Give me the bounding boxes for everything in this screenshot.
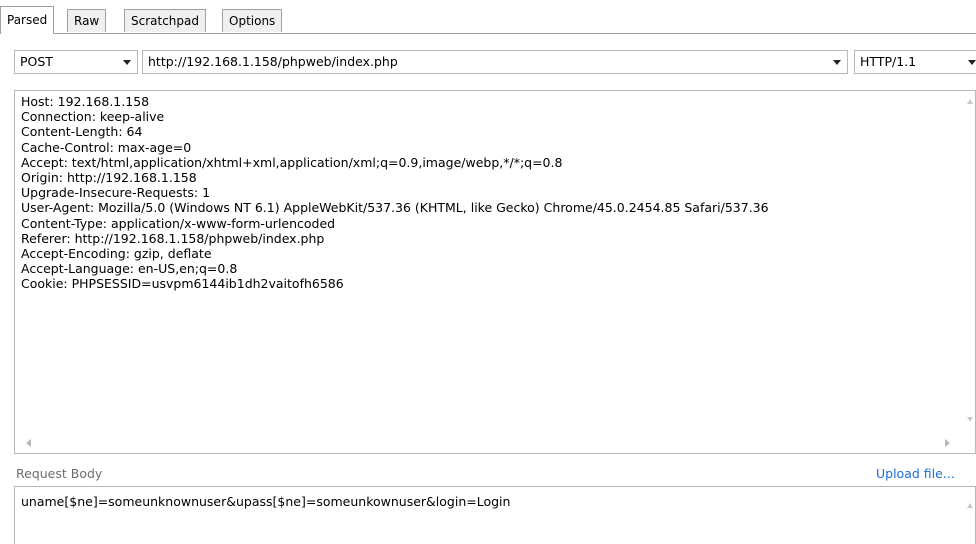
header-line: Connection: keep-alive <box>21 109 165 125</box>
header-line: Accept-Language: en-US,en;q=0.8 <box>21 261 238 277</box>
header-line: User-Agent: Mozilla/5.0 (Windows NT 6.1)… <box>21 200 769 216</box>
header-line: Referer: http://192.168.1.158/phpweb/ind… <box>21 230 325 246</box>
header-line: Content-Type: application/x-www-form-url… <box>21 215 336 231</box>
method-value: POST <box>20 54 53 69</box>
scroll-up-arrow-icon[interactable] <box>967 99 973 104</box>
headers-text: Host: 192.168.1.158 Connection: keep-ali… <box>21 94 961 292</box>
url-input[interactable]: http://192.168.1.158/phpweb/index.php <box>142 50 848 74</box>
scroll-right-arrow-icon[interactable] <box>945 439 950 447</box>
chevron-down-icon[interactable] <box>833 60 841 65</box>
protocol-value: HTTP/1.1 <box>860 54 917 69</box>
tab-parsed[interactable]: Parsed <box>0 6 55 34</box>
tab-divider <box>0 33 976 34</box>
scroll-left-arrow-icon[interactable] <box>26 439 31 447</box>
tab-raw[interactable]: Raw <box>67 9 107 32</box>
horizontal-scrollbar[interactable] <box>16 434 974 452</box>
header-line: Cache-Control: max-age=0 <box>21 139 192 155</box>
header-line: Accept: text/html,application/xhtml+xml,… <box>21 154 563 170</box>
scroll-up-arrow-icon[interactable] <box>967 503 973 508</box>
header-line: Accept-Encoding: gzip, deflate <box>21 246 212 262</box>
upload-file-link[interactable]: Upload file... <box>876 466 955 481</box>
request-body-label: Request Body <box>16 466 103 481</box>
request-body-editor[interactable]: uname[$ne]=someunknownuser&upass[$ne]=so… <box>14 486 976 544</box>
protocol-select[interactable]: HTTP/1.1 <box>854 50 976 74</box>
header-line: Host: 192.168.1.158 <box>21 94 150 109</box>
header-line: Origin: http://192.168.1.158 <box>21 170 197 186</box>
request-body-text: uname[$ne]=someunknownuser&upass[$ne]=so… <box>21 494 511 509</box>
headers-editor[interactable]: Host: 192.168.1.158 Connection: keep-ali… <box>14 90 976 454</box>
tab-scratchpad[interactable]: Scratchpad <box>124 9 206 32</box>
chevron-down-icon[interactable] <box>968 60 976 65</box>
tab-options[interactable]: Options <box>222 9 283 32</box>
header-line: Content-Length: 64 <box>21 124 143 140</box>
tab-bar: Parsed Raw Scratchpad Options <box>0 0 976 34</box>
chevron-down-icon[interactable] <box>123 60 131 65</box>
header-line: Upgrade-Insecure-Requests: 1 <box>21 185 211 201</box>
method-select[interactable]: POST <box>14 50 138 74</box>
url-value: http://192.168.1.158/phpweb/index.php <box>148 54 398 69</box>
scroll-down-arrow-icon[interactable] <box>967 417 973 422</box>
header-line: Cookie: PHPSESSID=usvpm6144ib1dh2vaitofh… <box>21 276 344 292</box>
